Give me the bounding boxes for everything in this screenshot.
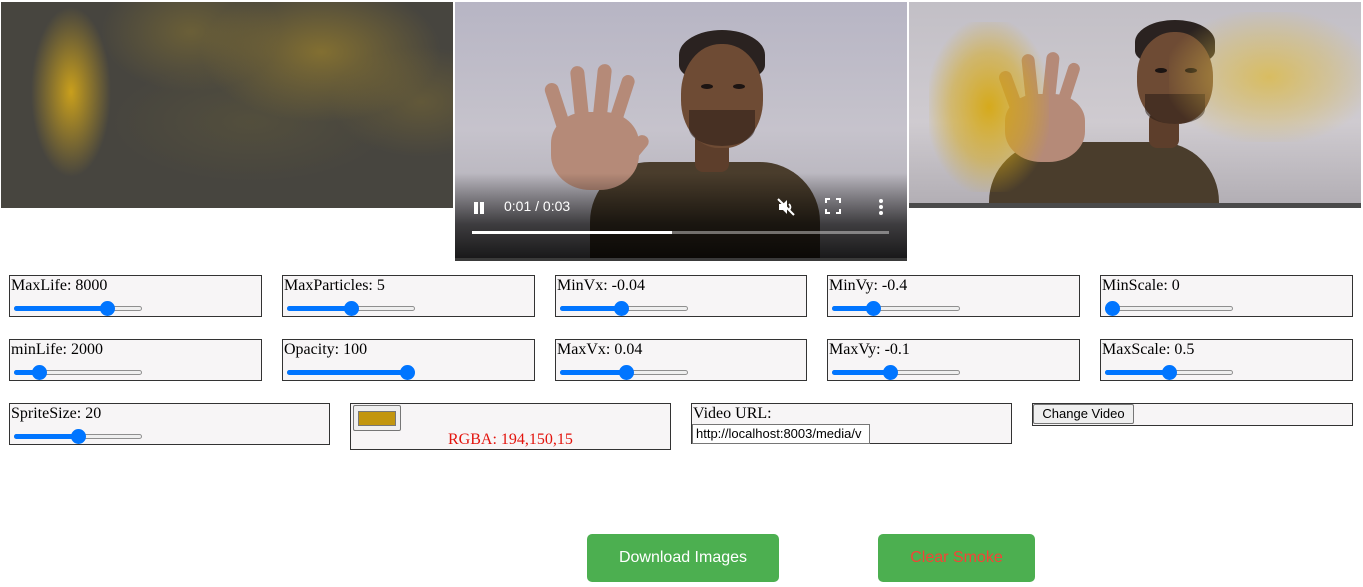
video-player[interactable]: 0:01 / 0:03 [455, 2, 907, 261]
maxscale-label: MaxScale: 0.5 [1102, 341, 1195, 358]
video-url-label: Video URL: [693, 405, 772, 422]
minlife-slider[interactable] [14, 364, 142, 380]
minvx-slider-thumb[interactable] [614, 301, 630, 316]
rgba-readout: RGBA: 194,150,15 [448, 431, 573, 448]
maxvx-value: 0.04 [614, 341, 643, 358]
download-images-button[interactable]: Download Images [587, 534, 779, 582]
maxlife-control: MaxLife: 8000 [9, 275, 262, 317]
video-progress-bar[interactable] [472, 231, 889, 234]
opacity-value: 100 [343, 341, 368, 358]
opacity-control: Opacity: 100 [282, 339, 535, 381]
maxvx-control: MaxVx: 0.04 [555, 339, 807, 381]
maxvx-label: MaxVx: 0.04 [557, 341, 643, 358]
pause-icon[interactable] [472, 200, 486, 216]
minscale-control: MinScale: 0 [1100, 275, 1353, 317]
spritesize-label: SpriteSize: 20 [11, 405, 102, 422]
maxlife-label: MaxLife: 8000 [11, 277, 108, 294]
maxparticles-control: MaxParticles: 5 [282, 275, 535, 317]
minvx-value: -0.04 [611, 277, 645, 294]
minlife-value: 2000 [70, 341, 103, 358]
minvy-label: MinVy: -0.4 [829, 277, 908, 294]
minvy-control: MinVy: -0.4 [827, 275, 1080, 317]
duration: 0:03 [542, 198, 571, 214]
rgba-value: 194,150,15 [500, 431, 573, 448]
opacity-slider-thumb[interactable] [400, 365, 415, 380]
mute-icon[interactable] [776, 197, 796, 217]
maxscale-slider[interactable] [1105, 364, 1233, 380]
maxparticles-slider[interactable] [287, 300, 415, 316]
maxlife-slider-thumb[interactable] [99, 301, 115, 316]
change-video-button[interactable]: Change Video [1033, 404, 1134, 424]
color-picker-button[interactable] [353, 405, 401, 431]
maxvy-control: MaxVy: -0.1 [827, 339, 1080, 381]
minlife-slider-thumb[interactable] [32, 365, 48, 380]
minvx-label: MinVx: -0.04 [557, 277, 645, 294]
minscale-slider[interactable] [1105, 300, 1233, 316]
fullscreen-icon[interactable] [825, 198, 841, 214]
minlife-label: minLife: 2000 [11, 341, 103, 358]
spritesize-control: SpriteSize: 20 [9, 403, 330, 445]
maxparticles-value: 5 [376, 277, 385, 294]
time-separator: / [531, 198, 543, 214]
minscale-slider-thumb[interactable] [1105, 301, 1120, 316]
video-time: 0:01 / 0:03 [504, 198, 570, 214]
maxparticles-slider-thumb[interactable] [343, 301, 359, 316]
spritesize-slider-thumb[interactable] [70, 429, 86, 444]
opacity-slider[interactable] [287, 364, 415, 380]
more-options-icon[interactable] [876, 197, 886, 217]
minlife-control: minLife: 2000 [9, 339, 262, 381]
minvy-slider-thumb[interactable] [865, 301, 881, 316]
maxlife-slider[interactable] [14, 300, 142, 316]
clear-smoke-button[interactable]: Clear Smoke [878, 534, 1035, 582]
maxvy-slider-thumb[interactable] [882, 365, 898, 380]
color-swatch [358, 411, 396, 426]
video-controls: 0:01 / 0:03 [455, 173, 907, 258]
smoke-overlay-right [1169, 12, 1361, 142]
minscale-value: 0 [1171, 277, 1180, 294]
opacity-label: Opacity: 100 [284, 341, 368, 358]
composite-canvas [909, 2, 1361, 208]
maxvy-label: MaxVy: -0.1 [829, 341, 910, 358]
smoke-canvas [1, 2, 453, 208]
video-url-control: Video URL: http://localhost:8003/media/v [691, 403, 1012, 444]
spritesize-slider[interactable] [14, 428, 142, 444]
color-control: RGBA: 194,150,15 [350, 403, 671, 450]
smoke-overlay-left [929, 22, 1049, 192]
minvy-value: -0.4 [881, 277, 908, 294]
change-video-control: Change Video [1032, 403, 1353, 426]
maxscale-control: MaxScale: 0.5 [1100, 339, 1353, 381]
spritesize-value: 20 [85, 405, 102, 422]
video-progress-fill [472, 231, 673, 234]
minvx-slider[interactable] [560, 300, 688, 316]
maxvx-slider-thumb[interactable] [618, 365, 634, 380]
maxscale-slider-thumb[interactable] [1161, 365, 1177, 380]
video-url-input[interactable]: http://localhost:8003/media/v [692, 424, 870, 444]
maxlife-value: 8000 [75, 277, 108, 294]
maxvy-value: -0.1 [884, 341, 910, 358]
current-time: 0:01 [504, 198, 532, 214]
minvy-slider[interactable] [832, 300, 960, 316]
minscale-label: MinScale: 0 [1102, 277, 1180, 294]
maxparticles-label: MaxParticles: 5 [284, 277, 385, 294]
maxvy-slider[interactable] [832, 364, 960, 380]
minvx-control: MinVx: -0.04 [555, 275, 807, 317]
maxscale-value: 0.5 [1174, 341, 1195, 358]
maxvx-slider[interactable] [560, 364, 688, 380]
